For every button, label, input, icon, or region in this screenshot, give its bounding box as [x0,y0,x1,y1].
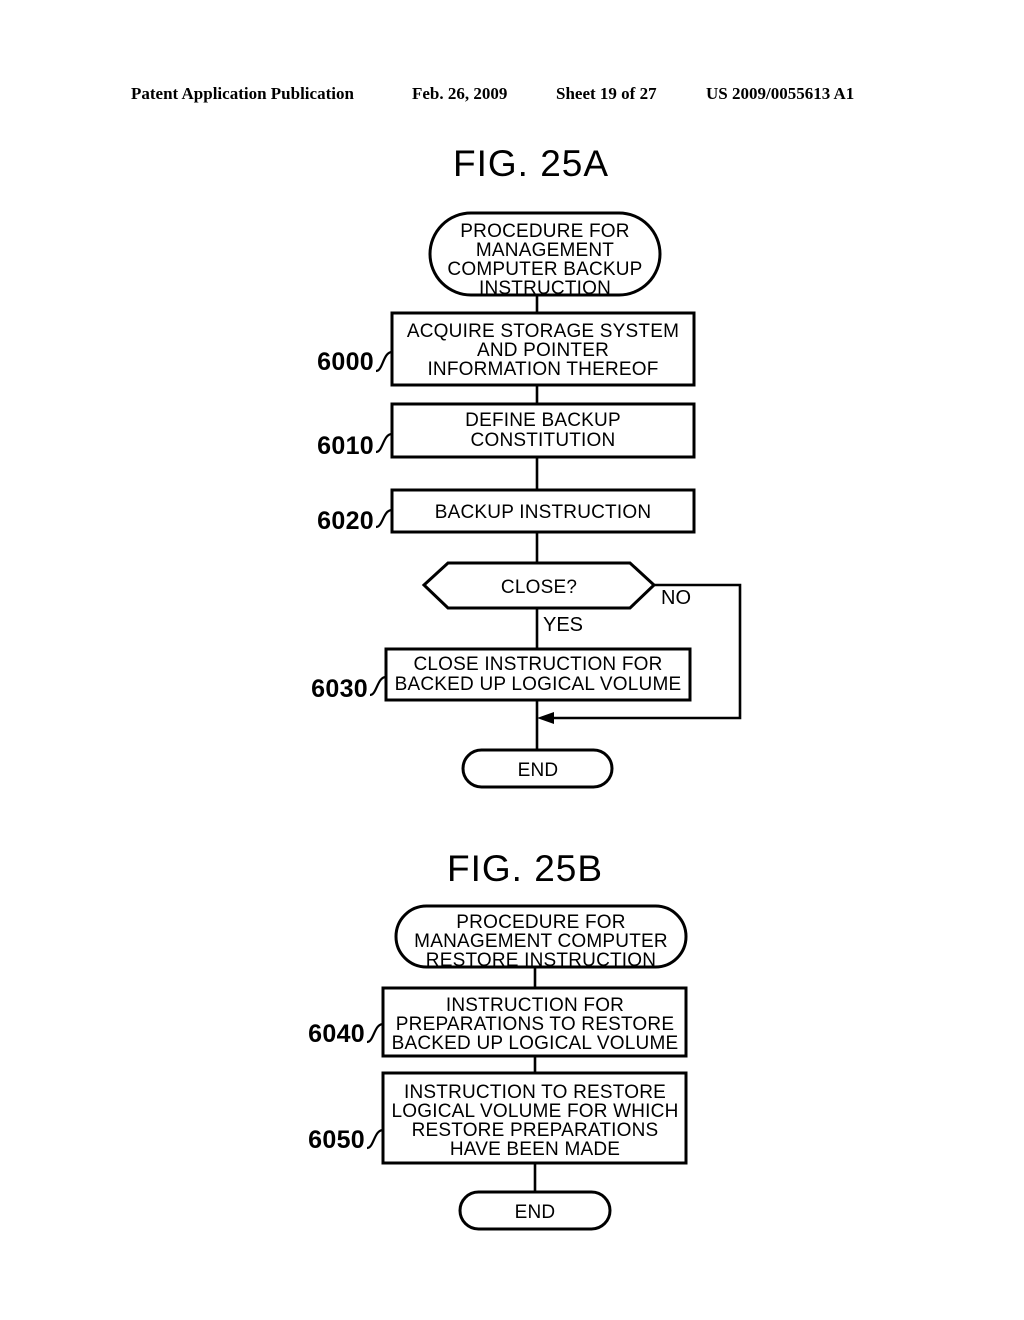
branch-label-yes: YES [543,614,583,636]
ref-label-6010: 6010 [317,432,374,460]
ref-label-6030: 6030 [311,675,368,703]
ref-label-6050: 6050 [308,1126,365,1154]
node-start-25a-line-4: INSTRUCTION [479,278,611,299]
node-6010-line-2: CONSTITUTION [471,430,616,451]
node-decision-label: CLOSE? [501,577,577,598]
node-6040-line-3: BACKED UP LOGICAL VOLUME [392,1033,679,1054]
node-6050-line-2: LOGICAL VOLUME FOR WHICH [391,1101,678,1122]
node-6030-line-1: CLOSE INSTRUCTION FOR [413,654,662,675]
leader-line-6000 [375,350,393,373]
node-6050-line-4: HAVE BEEN MADE [450,1139,620,1160]
node-6000-line-3: INFORMATION THEREOF [427,359,658,380]
node-6040-line-1: INSTRUCTION FOR [446,995,624,1016]
node-6030-line-2: BACKED UP LOGICAL VOLUME [395,674,682,695]
node-6040-line-2: PREPARATIONS TO RESTORE [396,1014,674,1035]
node-step-6050: INSTRUCTION TO RESTORE LOGICAL VOLUME FO… [381,1071,688,1165]
ref-label-6040: 6040 [308,1020,365,1048]
node-start-25a: PROCEDURE FOR MANAGEMENT COMPUTER BACKUP… [428,211,662,299]
flowchart-25b: PROCEDURE FOR MANAGEMENT COMPUTER RESTOR… [308,904,688,1231]
leader-line-6030 [369,675,387,697]
node-6010-line-1: DEFINE BACKUP [465,410,621,431]
node-step-6030: CLOSE INSTRUCTION FOR BACKED UP LOGICAL … [384,647,692,702]
node-start-25a-line-2: MANAGEMENT [476,240,614,261]
node-decision-close: CLOSE? [421,561,657,610]
leader-line-6020 [375,508,393,529]
ref-label-6000: 6000 [317,348,374,376]
node-6020-line-1: BACKUP INSTRUCTION [435,502,652,523]
leader-line-6010 [375,432,393,454]
node-start-25b-line-2: MANAGEMENT COMPUTER [414,931,668,952]
node-6000-line-2: AND POINTER [477,340,609,361]
node-6000-line-1: ACQUIRE STORAGE SYSTEM [407,321,679,342]
leader-line-6050 [366,1128,384,1150]
node-6050-line-1: INSTRUCTION TO RESTORE [404,1082,666,1103]
ref-label-6020: 6020 [317,507,374,535]
node-end-25a-label: END [518,760,559,781]
node-step-6010: DEFINE BACKUP CONSTITUTION [390,402,696,459]
arrowhead-no-branch [537,712,554,724]
flowchart-25a: PROCEDURE FOR MANAGEMENT COMPUTER BACKUP… [311,211,742,789]
node-step-6000: ACQUIRE STORAGE SYSTEM AND POINTER INFOR… [390,311,696,387]
patent-figure-canvas: PROCEDURE FOR MANAGEMENT COMPUTER BACKUP… [308,211,742,1231]
node-6050-line-3: RESTORE PREPARATIONS [412,1120,659,1141]
node-start-25a-line-3: COMPUTER BACKUP [447,259,642,280]
node-end-25b: END [458,1190,612,1231]
node-start-25a-line-1: PROCEDURE FOR [460,221,629,242]
node-start-25b: PROCEDURE FOR MANAGEMENT COMPUTER RESTOR… [394,904,688,971]
leader-line-6040 [366,1022,384,1044]
branch-label-no: NO [661,587,691,609]
node-start-25b-line-1: PROCEDURE FOR [456,912,625,933]
node-step-6040: INSTRUCTION FOR PREPARATIONS TO RESTORE … [381,986,688,1058]
node-end-25a: END [461,748,614,789]
node-end-25b-label: END [515,1202,556,1223]
node-step-6020: BACKUP INSTRUCTION [390,488,696,534]
node-start-25b-line-3: RESTORE INSTRUCTION [426,950,656,971]
